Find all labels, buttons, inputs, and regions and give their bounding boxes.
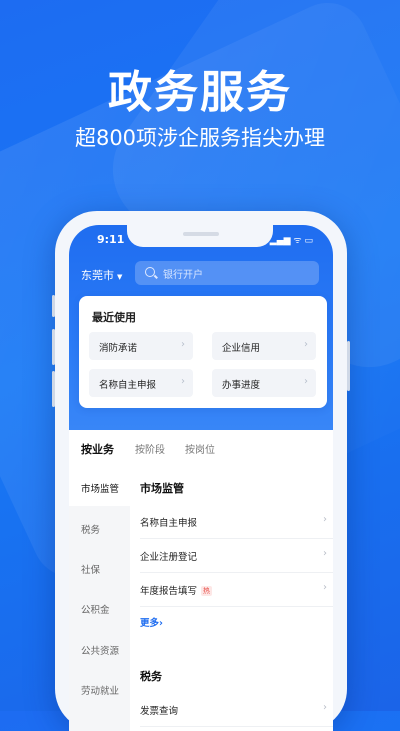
list-item[interactable]: 企业注册登记 › <box>140 539 333 573</box>
phone-side-button <box>52 295 55 317</box>
city-label: 东莞市 <box>81 269 114 282</box>
left-nav-item-social-security[interactable]: 社保 <box>81 562 100 576</box>
left-nav-item-employment[interactable]: 劳动就业 <box>81 683 119 697</box>
search-placeholder: 银行开户 <box>163 270 203 281</box>
chevron-right-icon: › <box>323 548 327 559</box>
phone-frame: 9:11 ▂▄▆ ᯤ ▭ 东莞市 ▼ 银行开户 最近使用 消防承诺 › 企业信用 › … <box>52 211 350 731</box>
recent-item-label: 消防承诺 <box>99 343 138 354</box>
chevron-right-icon: › <box>181 376 185 387</box>
left-nav-item-public-resources[interactable]: 公共资源 <box>81 643 119 657</box>
list-item[interactable]: 发票查询 › <box>140 693 333 727</box>
chevron-right-icon: › <box>181 339 185 350</box>
list-item[interactable]: 年度报告填写热 › <box>140 573 333 607</box>
list-item-label: 发票查询 <box>140 706 179 717</box>
chevron-right-icon: › <box>159 618 163 629</box>
phone-side-button <box>347 341 350 391</box>
city-selector[interactable]: 东莞市 ▼ <box>81 267 122 283</box>
recent-card: 最近使用 消防承诺 › 企业信用 › 名称自主申报 › 办事进度 › <box>79 296 327 408</box>
list-item-label: 企业注册登记 <box>140 552 198 563</box>
search-input[interactable]: 银行开户 <box>135 261 319 285</box>
promo-subline: 超800项涉企服务指尖办理 <box>74 126 326 150</box>
list-item[interactable]: 名称自主申报 › <box>140 505 333 539</box>
phone-screen: 9:11 ▂▄▆ ᯤ ▭ 东莞市 ▼ 银行开户 最近使用 消防承诺 › 企业信用 › … <box>69 225 333 731</box>
tab-by-business[interactable]: 按业务 <box>81 441 114 457</box>
chevron-right-icon: › <box>304 376 308 387</box>
category-tabs: 按业务 按阶段 按岗位 <box>69 431 333 471</box>
status-time: 9:11 <box>97 233 125 246</box>
search-icon <box>145 267 155 277</box>
more-label: 更多 <box>140 618 160 629</box>
phone-side-button <box>52 329 55 365</box>
recent-item[interactable]: 企业信用 › <box>212 332 316 360</box>
phone-side-button <box>52 371 55 407</box>
list-item-label: 名称自主申报 <box>140 518 198 529</box>
recent-item[interactable]: 办事进度 › <box>212 369 316 397</box>
speaker-icon <box>183 232 219 236</box>
chevron-right-icon: › <box>323 702 327 713</box>
section-title-market: 市场监管 <box>140 482 184 495</box>
more-link[interactable]: 更多› <box>140 615 163 629</box>
list-item-text: 年度报告填写热 <box>140 583 213 597</box>
recent-item[interactable]: 名称自主申报 › <box>89 369 193 397</box>
service-list: 市场监管 名称自主申报 › 企业注册登记 › 年度报告填写热 › 更多› 税务 … <box>130 471 333 731</box>
tab-by-stage[interactable]: 按阶段 <box>135 441 165 456</box>
tab-by-position[interactable]: 按岗位 <box>185 441 215 456</box>
section-title-tax: 税务 <box>140 670 162 683</box>
recent-item-label: 企业信用 <box>222 343 261 354</box>
status-icons: ▂▄▆ ᯤ ▭ <box>269 236 313 246</box>
left-nav-item-housing-fund[interactable]: 公积金 <box>81 602 110 616</box>
recent-title: 最近使用 <box>92 311 136 324</box>
chevron-right-icon: › <box>323 514 327 525</box>
promo-headline: 政务服务 <box>108 67 292 118</box>
list-item-label: 年度报告填写 <box>140 586 198 597</box>
left-nav-item-market[interactable]: 市场监管 <box>81 481 119 495</box>
recent-item-label: 办事进度 <box>222 380 261 391</box>
recent-item-label: 名称自主申报 <box>99 380 157 391</box>
caret-down-icon: ▼ <box>117 273 123 281</box>
phone-notch <box>127 225 273 247</box>
left-nav-item-tax[interactable]: 税务 <box>81 522 100 536</box>
chevron-right-icon: › <box>323 582 327 593</box>
recent-item[interactable]: 消防承诺 › <box>89 332 193 360</box>
hot-badge: 热 <box>201 586 213 596</box>
chevron-right-icon: › <box>304 339 308 350</box>
